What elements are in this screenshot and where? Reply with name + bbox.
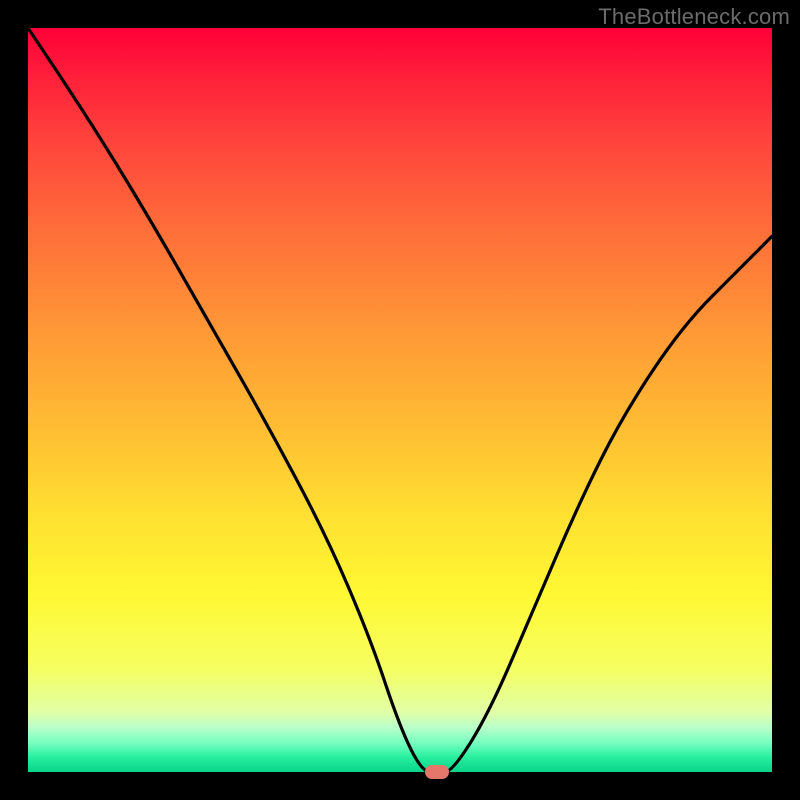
plot-area: [28, 28, 772, 772]
bottleneck-curve: [28, 28, 772, 772]
watermark-text: TheBottleneck.com: [598, 4, 790, 30]
bottleneck-marker: [425, 765, 449, 779]
chart-frame: TheBottleneck.com: [0, 0, 800, 800]
